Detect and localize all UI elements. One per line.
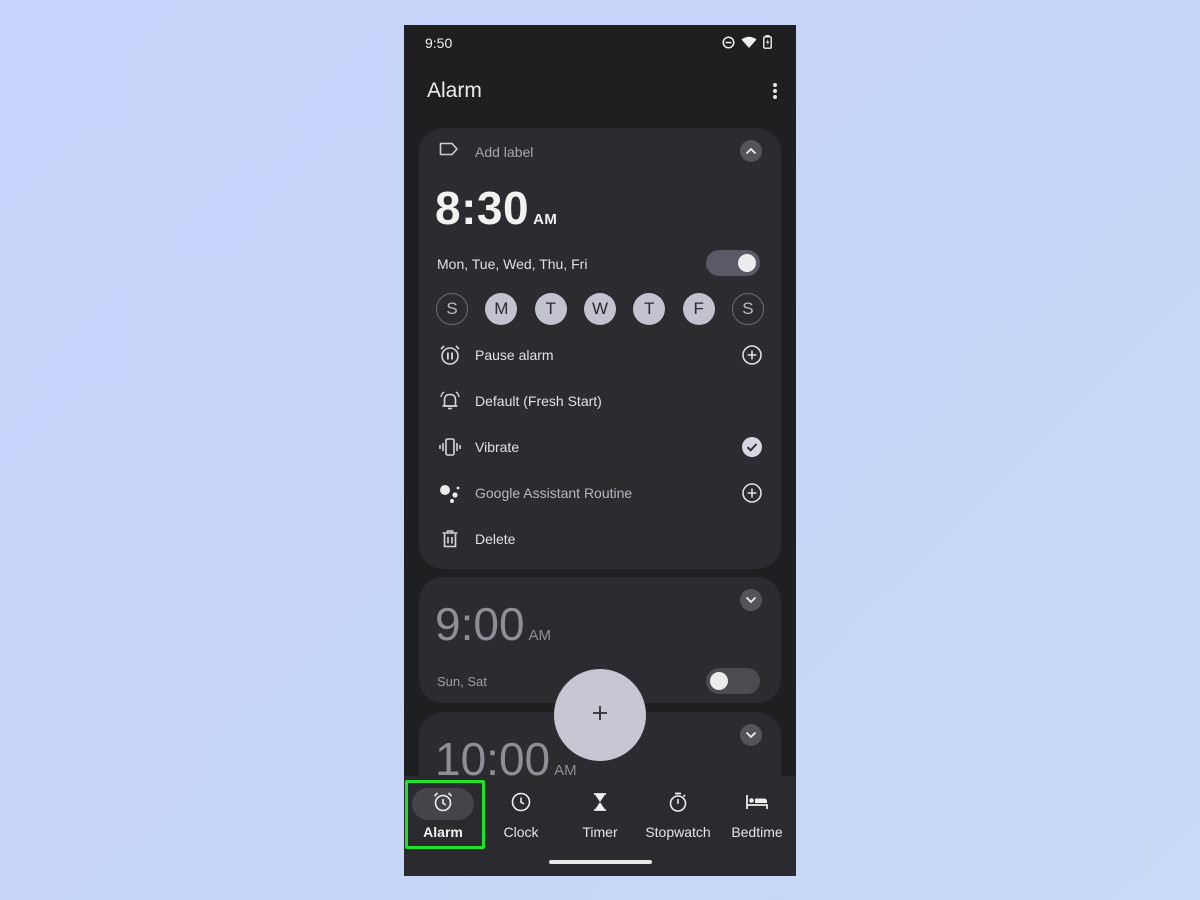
nav-bedtime[interactable]: Bedtime xyxy=(718,776,796,851)
expand-chevron-down-icon[interactable] xyxy=(740,589,762,611)
alarm-time-value: 9:00 xyxy=(435,598,525,650)
nav-bedtime-pill xyxy=(726,788,788,820)
stopwatch-icon xyxy=(667,791,689,818)
alarm-repeat-summary: Mon, Tue, Wed, Thu, Fri xyxy=(437,256,588,272)
bell-icon xyxy=(437,388,463,414)
day-tuesday[interactable]: T xyxy=(534,293,567,325)
add-alarm-button[interactable] xyxy=(554,669,646,761)
gesture-handle[interactable] xyxy=(549,860,652,864)
alarm-card-expanded: Add label 8:30 AM Mon, Tue, Wed, Thu, Fri… xyxy=(419,128,781,569)
wifi-icon xyxy=(741,36,757,54)
nav-clock-label: Clock xyxy=(503,824,539,840)
plus-icon xyxy=(591,704,609,727)
bed-icon xyxy=(745,792,769,817)
expand-chevron-down-icon[interactable] xyxy=(740,724,762,746)
clock-icon xyxy=(510,791,532,818)
phone-screen: 9:50 Alarm Add label 8:30 AM Mon, Tue, W… xyxy=(404,25,796,876)
ringtone-option[interactable]: Default (Fresh Start) xyxy=(437,386,763,416)
alarm-time[interactable]: 9:00 AM xyxy=(435,597,551,651)
check-circle-icon[interactable] xyxy=(741,436,763,458)
collapse-chevron-up-icon[interactable] xyxy=(740,140,762,162)
nav-stopwatch[interactable]: Stopwatch xyxy=(639,776,717,851)
ringtone-label: Default (Fresh Start) xyxy=(475,393,602,409)
vibrate-icon xyxy=(437,434,463,460)
dnd-icon xyxy=(722,35,735,54)
vibrate-label: Vibrate xyxy=(475,439,520,455)
nav-bedtime-label: Bedtime xyxy=(731,824,783,840)
alarm-enable-toggle[interactable] xyxy=(706,668,760,694)
assistant-routine-label: Google Assistant Routine xyxy=(475,485,633,501)
day-saturday[interactable]: S xyxy=(731,293,764,325)
alarm-repeat-summary: Sun, Sat xyxy=(437,674,487,689)
battery-icon xyxy=(763,35,772,54)
delete-option[interactable]: Delete xyxy=(437,524,763,554)
day-sunday[interactable]: S xyxy=(436,293,468,325)
nav-stopwatch-pill xyxy=(647,788,709,820)
nav-clock-pill xyxy=(490,788,552,820)
alarm-ampm: AM xyxy=(528,627,552,644)
hourglass-icon xyxy=(589,791,611,818)
nav-timer-label: Timer xyxy=(582,824,618,840)
alarm-pause-icon xyxy=(437,342,463,368)
nav-stopwatch-label: Stopwatch xyxy=(645,824,711,840)
alarm-time-value: 8:30 xyxy=(435,182,530,234)
trash-icon xyxy=(437,526,463,552)
alarm-time[interactable]: 8:30 AM xyxy=(435,181,557,235)
alarm-tab-highlight xyxy=(405,780,485,849)
assistant-routine-option[interactable]: Google Assistant Routine xyxy=(437,478,763,508)
add-circle-icon[interactable] xyxy=(741,344,763,366)
delete-label: Delete xyxy=(475,531,516,547)
add-label-row[interactable]: Add label xyxy=(439,142,533,161)
add-routine-icon[interactable] xyxy=(741,482,763,504)
vibrate-option[interactable]: Vibrate xyxy=(437,432,763,462)
status-bar: 9:50 xyxy=(404,25,796,61)
nav-clock[interactable]: Clock xyxy=(482,776,560,851)
day-thursday[interactable]: T xyxy=(633,293,666,325)
page-title: Alarm xyxy=(427,79,482,102)
add-label-text: Add label xyxy=(475,143,534,160)
nav-timer-pill xyxy=(569,788,631,820)
day-friday[interactable]: F xyxy=(682,293,715,325)
toggle-knob xyxy=(710,672,728,690)
label-tag-icon xyxy=(439,142,459,161)
more-options-icon[interactable] xyxy=(768,81,782,101)
alarm-ampm: AM xyxy=(533,211,558,228)
status-time: 9:50 xyxy=(425,35,453,51)
alarm-enable-toggle[interactable] xyxy=(706,250,760,276)
google-assistant-icon xyxy=(437,480,463,506)
pause-alarm-label: Pause alarm xyxy=(475,347,554,363)
pause-alarm-option[interactable]: Pause alarm xyxy=(437,340,763,370)
day-monday[interactable]: M xyxy=(485,293,518,325)
day-wednesday[interactable]: W xyxy=(583,293,616,325)
toggle-knob xyxy=(738,254,756,272)
nav-timer[interactable]: Timer xyxy=(561,776,639,851)
day-selector: S M T W T F S xyxy=(436,293,764,325)
